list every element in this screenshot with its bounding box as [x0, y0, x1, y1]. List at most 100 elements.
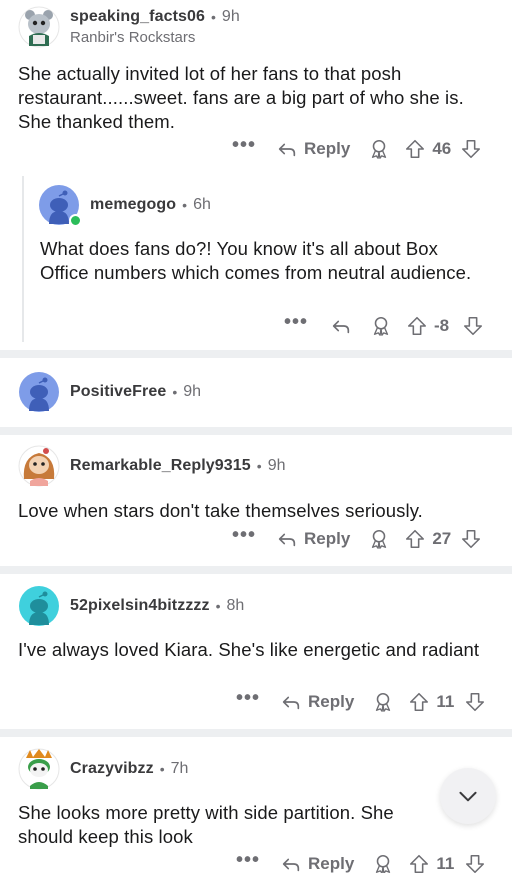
- downvote-button[interactable]: [460, 138, 482, 160]
- upvote-icon: [406, 529, 425, 549]
- downvote-icon: [462, 529, 481, 549]
- comment-header: memegogo • 6h: [38, 184, 211, 227]
- comment-age: 9h: [183, 383, 202, 400]
- reply-button[interactable]: Reply: [280, 853, 354, 873]
- chevron-down-icon: [459, 791, 477, 802]
- upvote-button[interactable]: [408, 853, 430, 873]
- comment-age: 8h: [226, 597, 245, 614]
- more-options-button[interactable]: •••: [284, 312, 308, 332]
- reply-label: Reply: [308, 692, 355, 711]
- comment-body: She looks more pretty with side partitio…: [18, 802, 394, 847]
- comment-actions: ••• -8: [284, 312, 484, 337]
- separator-dot: •: [182, 197, 188, 213]
- comment-body: What does fans do?! You know it's all ab…: [40, 238, 472, 283]
- downvote-icon: [463, 316, 483, 336]
- snoo-avatar-icon: [18, 6, 60, 48]
- reply-label: Reply: [308, 854, 355, 873]
- comment-actions: ••• Reply 11: [236, 688, 486, 713]
- user-avatar[interactable]: [18, 6, 60, 48]
- separator-dot: •: [256, 458, 262, 474]
- reply-arrow-icon: [278, 533, 296, 547]
- snoo-avatar-icon: [18, 445, 60, 487]
- user-flair: Ranbir's Rockstars: [70, 29, 196, 46]
- reply-label: Reply: [304, 139, 351, 158]
- upvote-icon: [410, 692, 429, 712]
- user-avatar[interactable]: [18, 748, 60, 790]
- vote-score: 11: [436, 692, 455, 711]
- username[interactable]: PositiveFree: [70, 383, 166, 401]
- award-button[interactable]: [372, 691, 394, 713]
- award-button[interactable]: [368, 138, 390, 160]
- comment-header: Remarkable_Reply9315 • 9h: [18, 445, 285, 487]
- username[interactable]: 52pixelsin4bitzzzz: [70, 597, 210, 615]
- comment-actions: ••• Reply 27: [232, 525, 482, 550]
- separator-dot: •: [159, 761, 165, 777]
- separator-dot: •: [172, 384, 178, 400]
- separator-dot: •: [215, 598, 221, 614]
- comment-actions: ••• Reply 46: [232, 135, 482, 160]
- vote-score: 11: [436, 854, 455, 873]
- comment-body: Love when stars don't take themselves se…: [18, 500, 423, 521]
- username[interactable]: memegogo: [90, 196, 176, 214]
- comment-header: speaking_facts06 • 9h Ranbir's Rockstars: [18, 6, 240, 48]
- comment-age: 9h: [221, 8, 240, 25]
- comment-body: I've always loved Kiara. She's like ener…: [18, 639, 480, 660]
- reply-button[interactable]: Reply: [276, 528, 350, 550]
- collapse-thread-button[interactable]: [440, 768, 496, 824]
- downvote-button[interactable]: [460, 528, 482, 550]
- more-options-button[interactable]: •••: [236, 850, 260, 870]
- upvote-icon: [410, 854, 429, 873]
- comment-actions: ••• Reply 11: [236, 850, 486, 873]
- username[interactable]: speaking_facts06: [70, 8, 205, 26]
- thread-line[interactable]: [22, 176, 24, 342]
- upvote-icon: [407, 316, 427, 336]
- vote-score: -8: [434, 316, 450, 335]
- award-icon: [372, 529, 387, 549]
- vote-score: 27: [432, 529, 452, 548]
- upvote-button[interactable]: [404, 528, 426, 550]
- reply-arrow-icon: [278, 143, 296, 157]
- award-icon: [373, 316, 389, 336]
- comment-divider: [0, 566, 512, 574]
- user-avatar[interactable]: [38, 184, 82, 227]
- comment-age: 7h: [170, 760, 189, 777]
- reply-label: Reply: [304, 529, 351, 548]
- upvote-button[interactable]: [404, 138, 426, 160]
- award-button[interactable]: [370, 315, 392, 337]
- downvote-button[interactable]: [462, 315, 484, 337]
- reply-arrow-icon: [282, 858, 300, 872]
- comment-divider: [0, 350, 512, 358]
- snoo-avatar-icon: [18, 748, 60, 790]
- upvote-icon: [406, 139, 425, 159]
- award-button[interactable]: [368, 528, 390, 550]
- award-button[interactable]: [372, 853, 394, 873]
- more-options-button[interactable]: •••: [232, 525, 256, 545]
- reply-button[interactable]: Reply: [280, 691, 354, 713]
- downvote-icon: [462, 139, 481, 159]
- reply-button[interactable]: [330, 315, 352, 337]
- more-options-button[interactable]: •••: [236, 688, 260, 708]
- comment-age: 9h: [267, 457, 286, 474]
- downvote-button[interactable]: [464, 691, 486, 713]
- comment-body: She actually invited lot of her fans to …: [18, 63, 464, 132]
- downvote-icon: [466, 692, 485, 712]
- separator-dot: •: [211, 9, 216, 25]
- comment-header: 52pixelsin4bitzzzz • 8h: [18, 585, 244, 627]
- award-icon: [372, 139, 387, 159]
- default-snoo-icon: [19, 372, 59, 412]
- more-options-button[interactable]: •••: [232, 135, 256, 155]
- upvote-button[interactable]: [406, 315, 428, 337]
- user-avatar[interactable]: [18, 585, 60, 627]
- award-icon: [376, 854, 391, 873]
- vote-score: 46: [432, 139, 452, 158]
- username[interactable]: Remarkable_Reply9315: [70, 457, 251, 475]
- username[interactable]: Crazyvibzz: [70, 760, 154, 778]
- comment-header: PositiveFree • 9h: [18, 371, 201, 413]
- reply-button[interactable]: Reply: [276, 138, 350, 160]
- user-avatar[interactable]: [18, 445, 60, 487]
- upvote-button[interactable]: [408, 691, 430, 713]
- default-snoo-icon: [19, 586, 59, 626]
- downvote-button[interactable]: [464, 853, 486, 873]
- comment-header: Crazyvibzz • 7h: [18, 748, 188, 790]
- user-avatar[interactable]: [18, 371, 60, 413]
